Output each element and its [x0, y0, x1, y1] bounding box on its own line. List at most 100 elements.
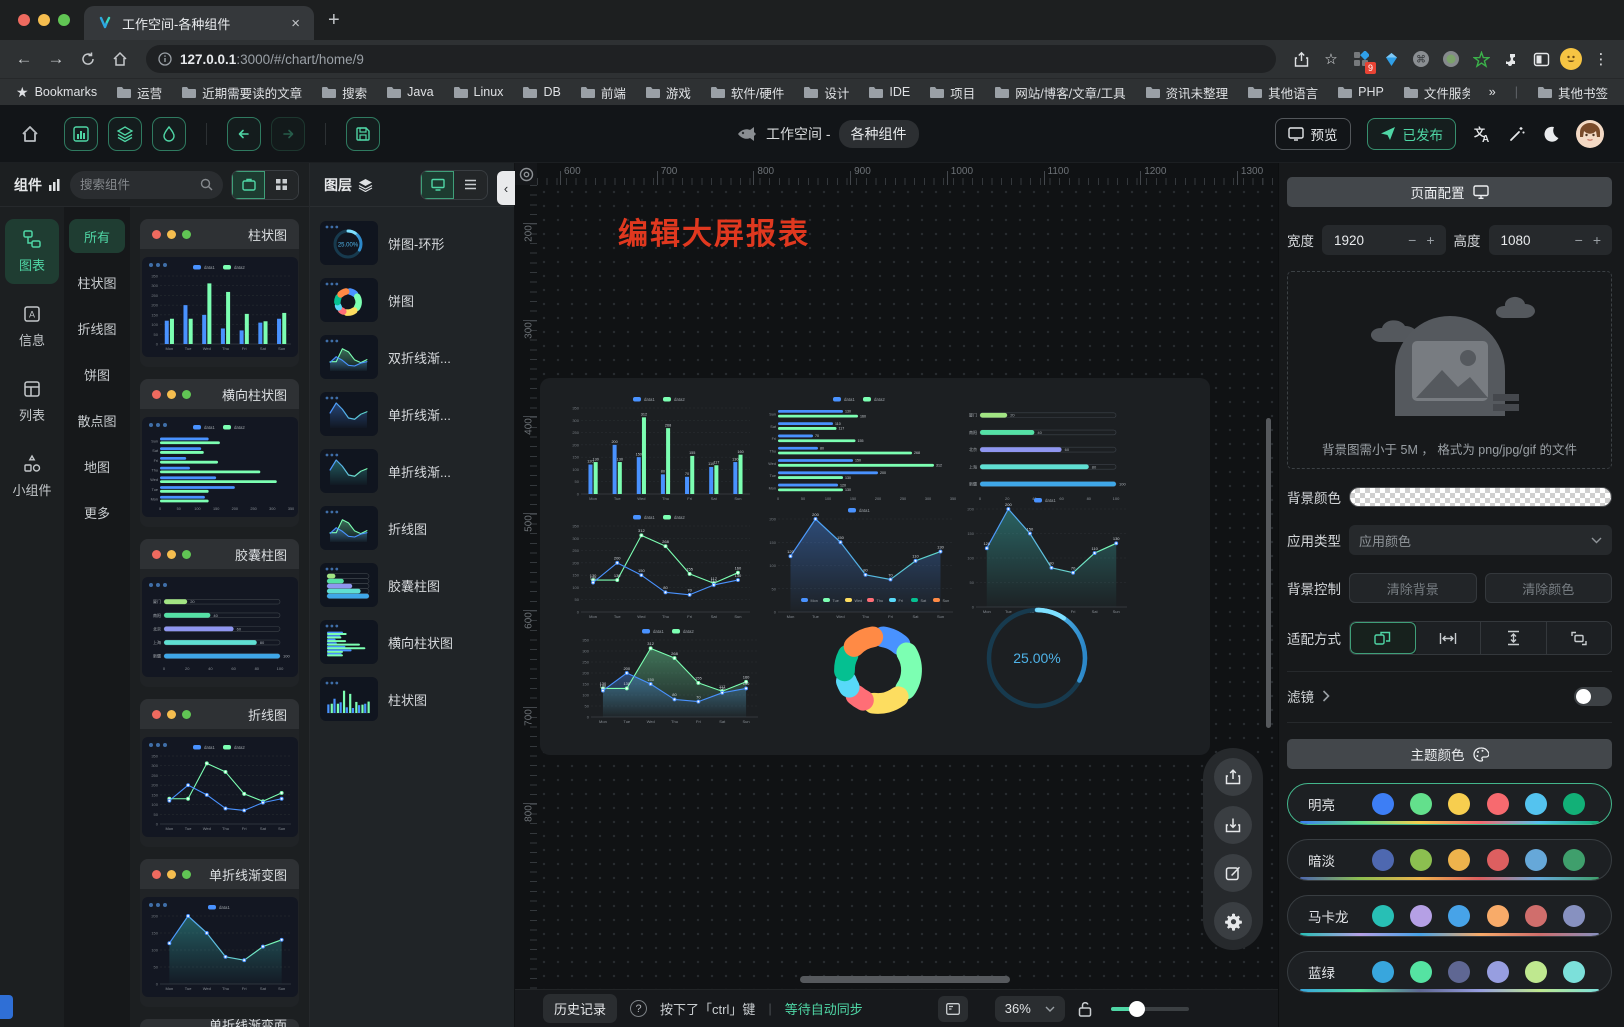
theme-color-dot[interactable] — [1487, 849, 1509, 871]
clear-color-button[interactable]: 清除颜色 — [1485, 573, 1613, 603]
canvas-vertical-scrollbar[interactable] — [1266, 418, 1271, 728]
theme-color-dot[interactable] — [1525, 905, 1547, 927]
reload-icon[interactable] — [74, 45, 102, 73]
extension-grid-icon[interactable]: 9 — [1348, 46, 1374, 72]
bookmark-item[interactable]: DB — [522, 83, 560, 102]
magic-wand-icon[interactable] — [1508, 125, 1526, 143]
theme-color-dot[interactable] — [1525, 849, 1547, 871]
extensions-puzzle-icon[interactable] — [1498, 46, 1524, 72]
theme-color-dot[interactable] — [1448, 961, 1470, 983]
layer-item[interactable]: 折线图 — [320, 506, 504, 550]
filter-toggle[interactable] — [1574, 687, 1612, 706]
theme-row-3[interactable]: 蓝绿 — [1287, 951, 1612, 993]
share-icon[interactable] — [1288, 46, 1314, 72]
theme-color-dot[interactable] — [1487, 905, 1509, 927]
app-home-icon[interactable] — [20, 124, 40, 144]
canvas[interactable]: 6007008009001000110012001300 20030040050… — [515, 163, 1278, 989]
save-button[interactable] — [346, 117, 380, 151]
theme-color-dot[interactable] — [1563, 849, 1585, 871]
theme-color-dot[interactable] — [1372, 905, 1394, 927]
component-card[interactable]: 单折线渐变图data1050100150200MonTueWedThuFriSa… — [140, 859, 299, 1007]
bookmark-item[interactable]: Java — [386, 83, 433, 102]
bg-color-swatch[interactable] — [1349, 487, 1612, 507]
category-3[interactable]: 饼图 — [69, 357, 125, 391]
dashboard-chart-hbar[interactable]: data1data2050100150200250300350Sun130160… — [762, 393, 958, 505]
category-1[interactable]: 柱状图 — [69, 265, 125, 299]
profile-avatar-icon[interactable] — [1558, 46, 1584, 72]
history-button[interactable]: 历史记录 — [543, 994, 617, 1023]
bookmark-item[interactable]: 资讯未整理 — [1145, 83, 1229, 102]
view-toggle-grid[interactable] — [265, 171, 298, 199]
maximize-window-button[interactable] — [58, 14, 70, 26]
layers-toggle-button[interactable] — [108, 117, 142, 151]
bookmarks-overflow-icon[interactable]: » — [1489, 85, 1496, 99]
zoom-slider-knob[interactable] — [1129, 1001, 1145, 1017]
language-icon[interactable]: 文A — [1472, 125, 1492, 143]
width-increment[interactable]: + — [1423, 232, 1437, 248]
bookmark-item[interactable]: 游戏 — [645, 83, 691, 102]
theme-color-header[interactable]: 主题颜色 — [1287, 739, 1612, 769]
bookmark-item[interactable]: 前端 — [580, 83, 626, 102]
split-view-icon[interactable] — [1528, 46, 1554, 72]
components-toggle-button[interactable] — [64, 117, 98, 151]
collapse-panel-button[interactable]: ‹ — [497, 171, 515, 205]
browser-menu-icon[interactable]: ⋮ — [1588, 46, 1614, 72]
publish-button[interactable]: 已发布 — [1367, 118, 1457, 150]
bookmark-item[interactable]: 近期需要读的文章 — [181, 83, 302, 102]
help-icon[interactable]: ? — [630, 1000, 647, 1017]
dashboard-chart-donut[interactable]: MonTueWedThuFriSatSun — [788, 594, 968, 732]
dashboard-chart-line1g[interactable]: data1050100150200MonTueWedThuFriSatSun12… — [960, 494, 1132, 618]
dashboard-chart-capsule[interactable]: 厦门20南阳40北京60上海80新疆100020406080100 — [960, 393, 1132, 505]
height-increment[interactable]: + — [1590, 232, 1604, 248]
layers-thumbnail-view-toggle[interactable] — [421, 171, 454, 199]
bookmarks-manager[interactable]: ★Bookmarks — [16, 84, 97, 101]
shortcut-panel-icon[interactable] — [938, 996, 968, 1022]
layers-list-view-toggle[interactable] — [454, 171, 487, 199]
bookmark-item[interactable]: Linux — [453, 83, 504, 102]
bookmark-item[interactable]: IDE — [868, 83, 910, 102]
clear-background-button[interactable]: 清除背景 — [1349, 573, 1477, 603]
sidebar-item-chart[interactable]: 图表 — [5, 219, 59, 284]
theme-color-dot[interactable] — [1448, 849, 1470, 871]
fit-scale-button[interactable] — [1350, 622, 1416, 654]
export-icon[interactable] — [1214, 758, 1252, 796]
address-bar[interactable]: 127.0.0.1:3000/#/chart/home/9 — [146, 45, 1276, 73]
project-name[interactable]: 各种组件 — [839, 120, 919, 148]
component-card[interactable]: 柱状图data1data2050100150200250300350MonTue… — [140, 219, 299, 367]
extension-star-icon[interactable] — [1468, 46, 1494, 72]
dark-mode-moon-icon[interactable] — [1542, 125, 1560, 143]
tab-close-icon[interactable]: × — [287, 15, 304, 32]
undo-button[interactable] — [227, 117, 261, 151]
zoom-slider[interactable] — [1111, 1007, 1189, 1011]
sidebar-item-widget[interactable]: 小组件 — [5, 444, 59, 509]
width-stepper[interactable]: 1920−+ — [1322, 225, 1446, 255]
theme-row-2[interactable]: 马卡龙 — [1287, 895, 1612, 937]
edit-icon[interactable] — [1214, 854, 1252, 892]
user-avatar[interactable] — [1576, 120, 1604, 148]
dashboard-chart-bar[interactable]: data1data2050100150200250300350MonTueWed… — [565, 393, 755, 505]
redo-button[interactable] — [271, 117, 305, 151]
category-4[interactable]: 散点图 — [69, 403, 125, 437]
theme-row-1[interactable]: 暗淡 — [1287, 839, 1612, 881]
dashboard-preview[interactable]: data1data2050100150200250300350MonTueWed… — [540, 378, 1210, 755]
bookmark-item[interactable]: 项目 — [929, 83, 975, 102]
page-config-header[interactable]: 页面配置 — [1287, 177, 1612, 207]
bookmark-item[interactable]: 软件/硬件 — [710, 83, 784, 102]
fit-stretch-button[interactable] — [1547, 622, 1612, 654]
zoom-lock-icon[interactable] — [1078, 1001, 1092, 1017]
layer-item[interactable]: 25.00%饼图-环形 — [320, 221, 504, 265]
layer-item[interactable]: 单折线渐... — [320, 392, 504, 436]
theme-color-dot[interactable] — [1525, 793, 1547, 815]
bookmark-item[interactable]: 搜索 — [321, 83, 367, 102]
big-screen-title-text[interactable]: 编辑大屏报表 — [618, 209, 810, 253]
layer-item[interactable]: 饼图 — [320, 278, 504, 322]
theme-color-dot[interactable] — [1563, 961, 1585, 983]
settings-gear-icon[interactable] — [1214, 902, 1252, 940]
bookmark-item[interactable]: 运营 — [116, 83, 162, 102]
dashboard-chart-area2[interactable]: data1data2050100150200250300350MonTueWed… — [575, 625, 763, 728]
category-2[interactable]: 折线图 — [69, 311, 125, 345]
layer-item[interactable]: 胶囊柱图 — [320, 563, 504, 607]
fit-height-button[interactable] — [1481, 622, 1547, 654]
theme-color-dot[interactable] — [1410, 905, 1432, 927]
fit-width-button[interactable] — [1416, 622, 1482, 654]
